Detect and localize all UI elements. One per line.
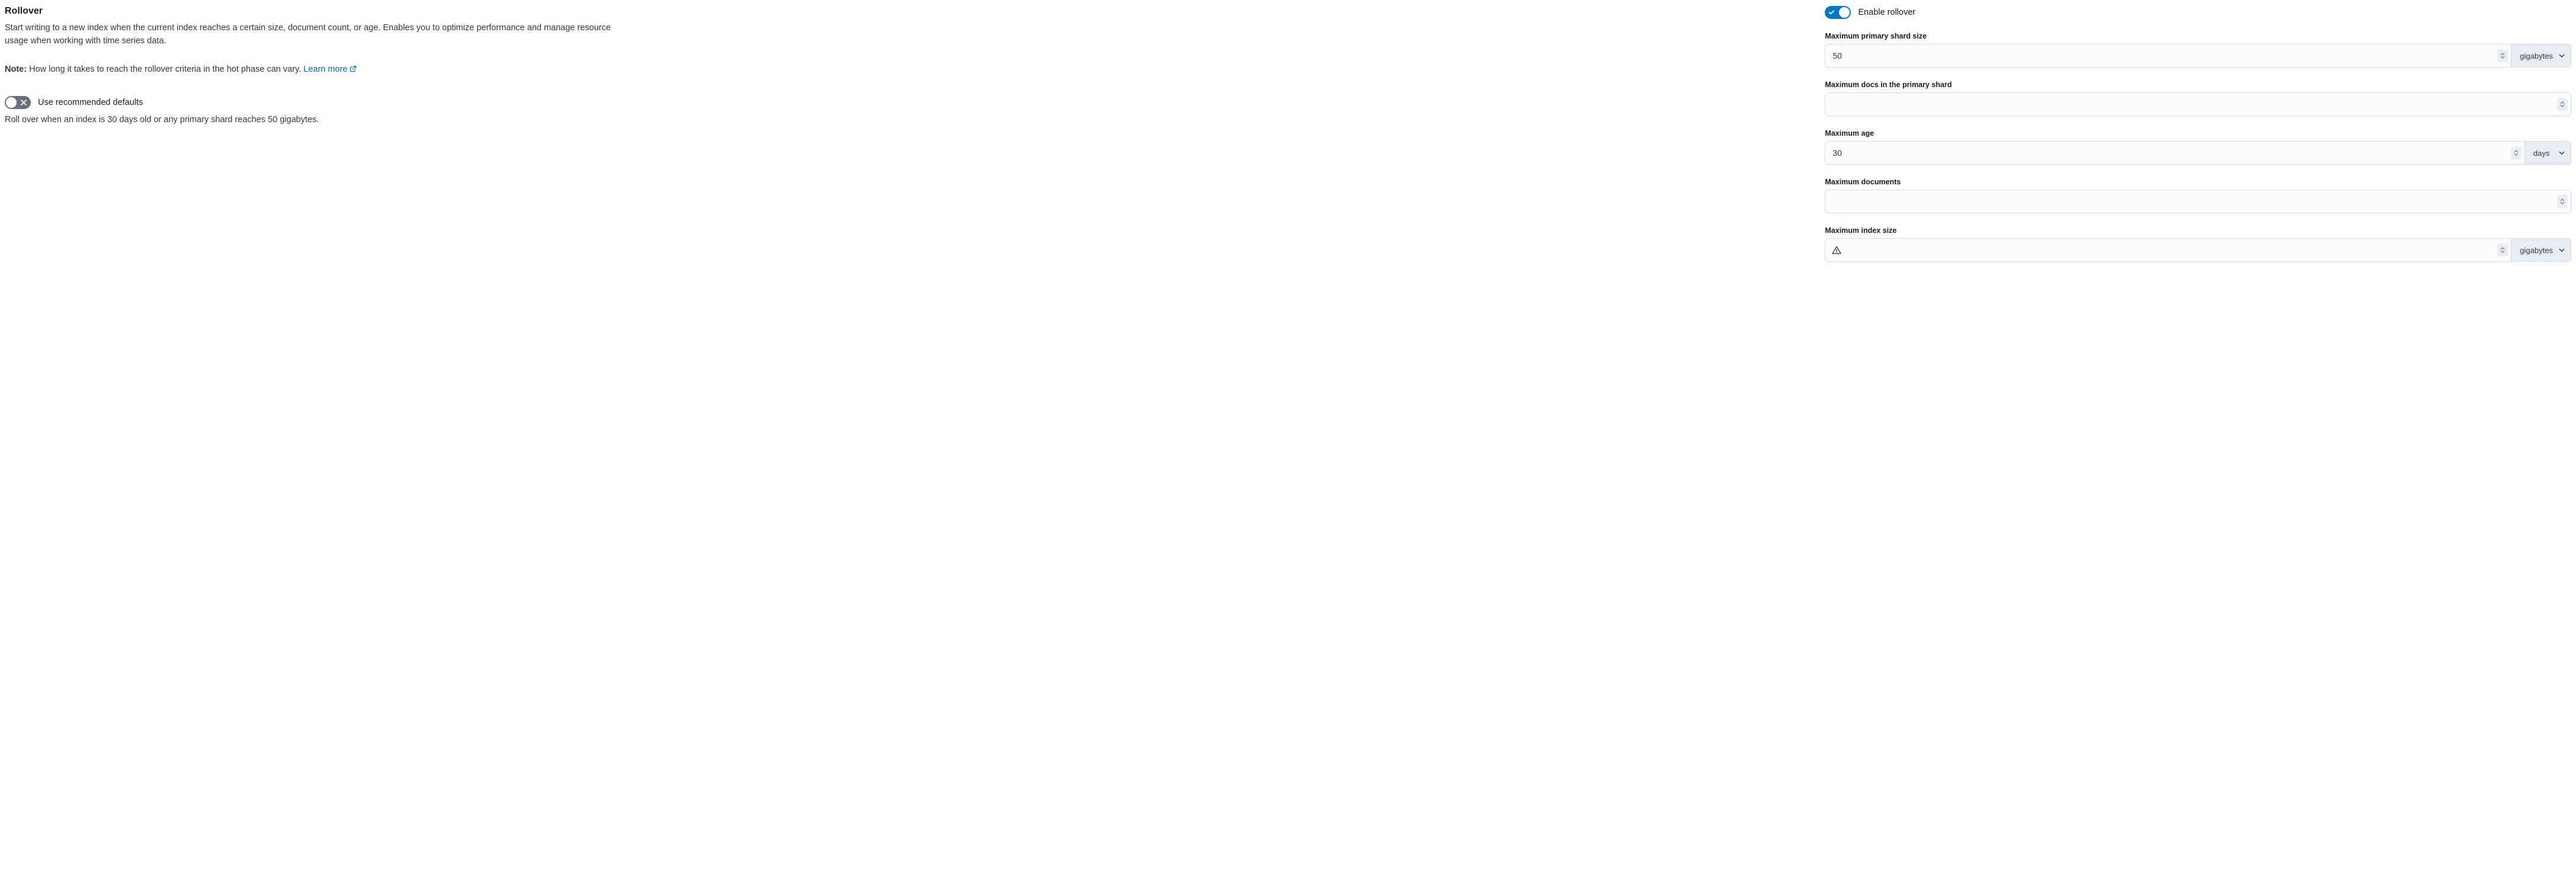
learn-more-link[interactable]: Learn more (303, 65, 357, 74)
max-index-size-input[interactable] (1847, 238, 2511, 262)
max-index-size-unit-select[interactable]: gigabytes (2511, 238, 2571, 262)
stepper-icon[interactable] (2497, 49, 2508, 62)
stepper-icon[interactable] (2557, 98, 2568, 111)
rollover-note: Note: How long it takes to reach the rol… (5, 65, 1801, 75)
max-primary-shard-size-input[interactable] (1825, 44, 2511, 68)
stepper-icon[interactable] (2497, 244, 2508, 257)
chevron-down-icon (2559, 151, 2565, 155)
stepper-icon[interactable] (2511, 146, 2521, 159)
use-defaults-switch[interactable] (5, 96, 31, 109)
max-docs-primary-shard-label: Maximum docs in the primary shard (1825, 81, 2571, 89)
note-label: Note: (5, 65, 27, 74)
max-age-label: Maximum age (1825, 129, 2571, 137)
cross-icon (21, 100, 27, 105)
max-index-size-label: Maximum index size (1825, 226, 2571, 235)
max-docs-primary-shard-input[interactable] (1825, 92, 2571, 116)
max-primary-shard-size-unit-select[interactable]: gigabytes (2511, 44, 2571, 68)
max-documents-input[interactable] (1825, 190, 2571, 213)
enable-rollover-switch[interactable] (1825, 6, 1851, 19)
stepper-icon[interactable] (2557, 195, 2568, 208)
external-link-icon (350, 65, 357, 75)
chevron-down-icon (2559, 248, 2565, 252)
defaults-description: Roll over when an index is 30 days old o… (5, 115, 1801, 124)
warning-icon (1825, 238, 1847, 262)
max-documents-label: Maximum documents (1825, 178, 2571, 186)
check-icon (1828, 9, 1835, 16)
max-age-input[interactable] (1825, 141, 2525, 165)
use-defaults-label: Use recommended defaults (38, 98, 143, 107)
enable-rollover-label: Enable rollover (1858, 8, 1915, 17)
note-text: How long it takes to reach the rollover … (27, 65, 303, 74)
rollover-description: Start writing to a new index when the cu… (5, 21, 633, 48)
max-age-unit-select[interactable]: days (2525, 141, 2571, 165)
max-primary-shard-size-label: Maximum primary shard size (1825, 32, 2571, 40)
rollover-title: Rollover (5, 6, 1801, 17)
chevron-down-icon (2559, 54, 2565, 57)
